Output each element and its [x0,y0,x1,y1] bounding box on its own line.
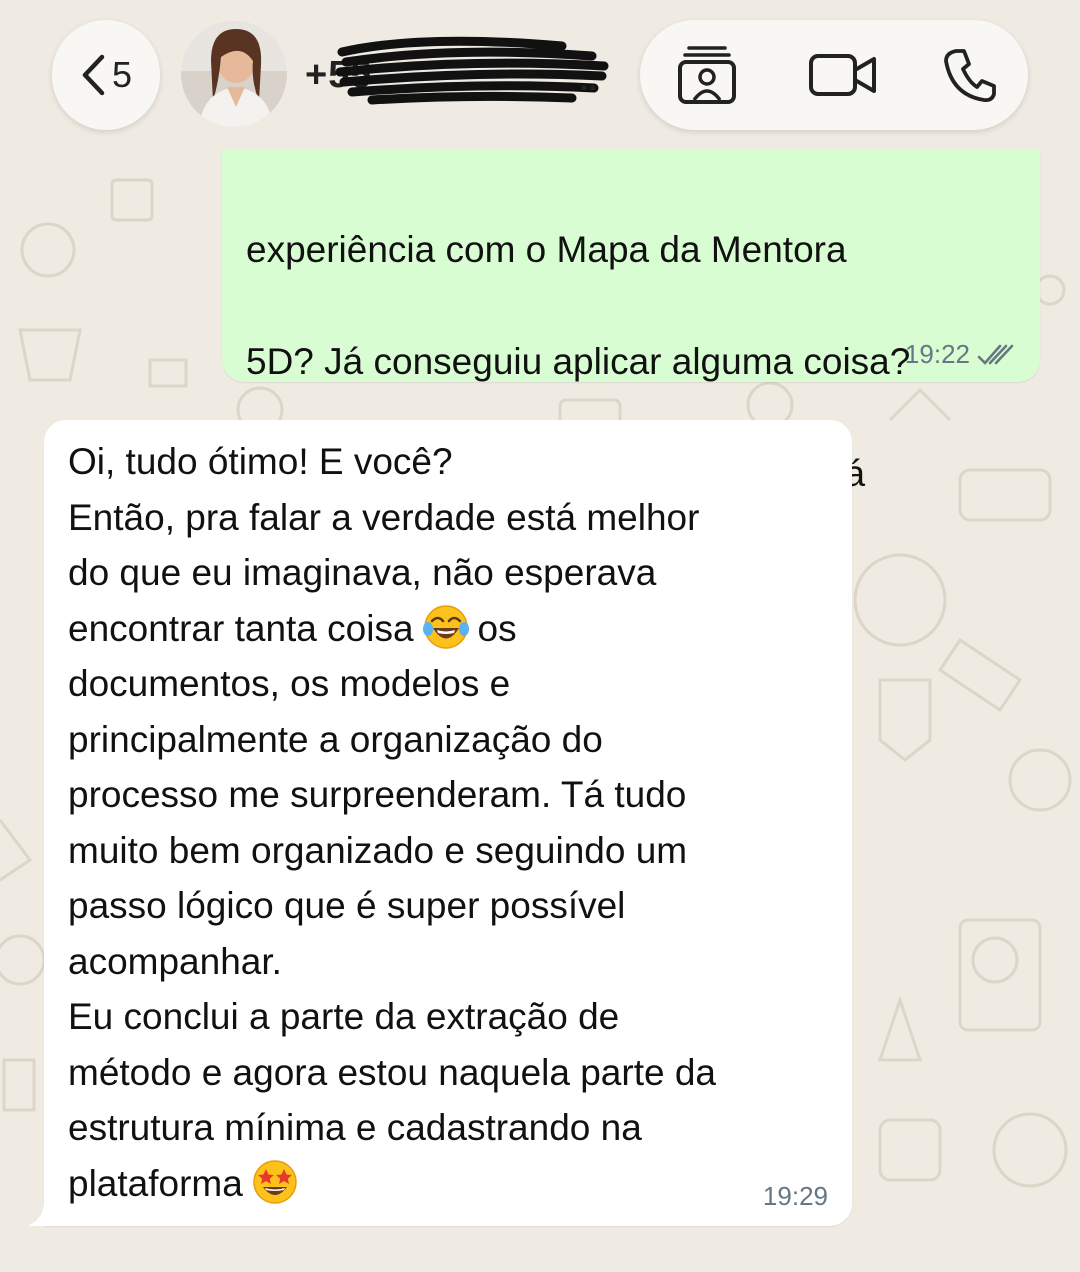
message-line: documentos, os modelos e [68,663,511,704]
message-line: do que eu imaginava, não esperava [68,552,657,593]
redaction-scribble: .. [335,36,609,105]
double-check-read-icon [977,344,1014,365]
message-line: acompanhar. [68,940,282,982]
outgoing-message-time: 19:22 [904,339,970,369]
contact-card-icon [678,46,736,104]
message-line: método e agora estou naquela parte da [68,1051,716,1093]
contact-card-button[interactable] [662,20,752,130]
message-line: Eu conclui a parte da extração de [68,996,620,1037]
star-struck-emoji [253,1159,297,1204]
incoming-message-time: 19:29 [762,1181,828,1211]
message-line: Oi, tudo ótimo! E você? [68,441,453,482]
incoming-message-text: Oi, tudo ótimo! E você? Então, pra falar… [68,434,848,1211]
unread-count: 5 [111,54,133,95]
message-fragment: plataforma [68,1162,243,1204]
video-call-icon [809,54,876,96]
outgoing-message-meta: 19:22 [905,339,1016,370]
message-line: passo lógico que é super possível [68,885,626,926]
message-line: plataforma [68,1156,848,1212]
message-fragment: os [477,607,517,649]
header-actions [640,20,1028,130]
message-line: principalmente a organização do [68,718,603,760]
message-line: muito bem organizado e seguindo um [68,829,688,871]
message-fragment: encontrar tanta coisa [68,607,414,649]
svg-text:..: .. [580,64,597,97]
message-line: encontrar tanta coisa os [68,601,848,657]
contact-avatar[interactable] [181,21,287,127]
bubble-tail [28,1202,52,1226]
incoming-message-bubble[interactable]: Oi, tudo ótimo! E você? Então, pra falar… [28,420,852,1226]
chevron-left-icon [82,54,105,96]
message-line: estrutura mínima e cadastrando na [68,1107,642,1148]
outgoing-message-bubble[interactable]: experiência com o Mapa da Mentora 5D? Já… [222,150,1040,494]
back-button[interactable]: 5 [52,20,160,130]
phone-call-icon [944,49,996,103]
video-call-button[interactable] [798,20,888,130]
message-line: Então, pra falar a verdade está melhor [68,496,700,538]
chat-header: 5 +55 .. [0,0,1080,150]
laughing-tears-emoji [422,604,469,649]
voice-call-button[interactable] [930,20,1010,130]
message-line: experiência com o Mapa da Mentora [246,229,847,270]
message-line: processo me surpreenderam. Tá tudo [68,774,687,815]
